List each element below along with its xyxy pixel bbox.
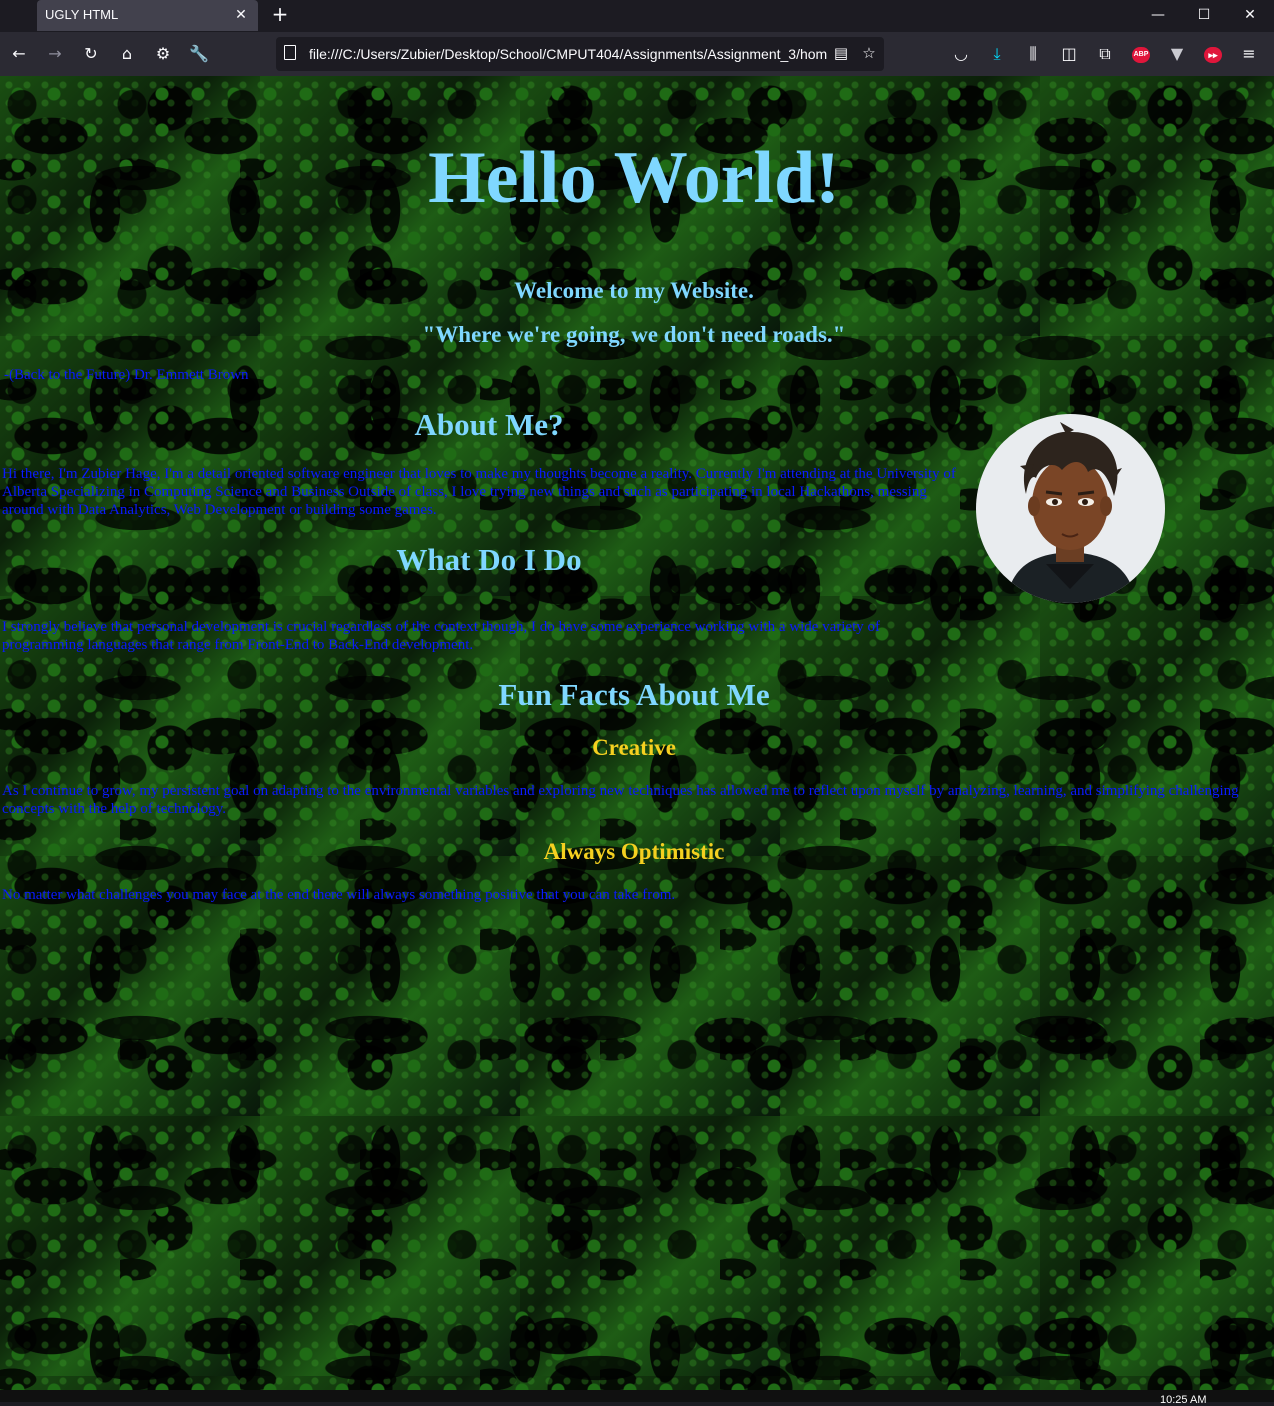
clock: 10:25 AM [1160,1394,1207,1406]
reload-icon[interactable]: ↻ [78,41,104,67]
url-text[interactable]: file:///C:/Users/Zubier/Desktop/School/C… [309,46,827,62]
page-icon [284,45,296,60]
bookmark-star-icon[interactable]: ☆ [858,42,880,64]
fun-facts-heading: Fun Facts About Me [498,677,770,712]
minimize-icon[interactable]: — [1135,0,1181,30]
about-text: Hi there, I'm Zubier Hage, I'm a detail … [2,466,956,518]
what-text: I strongly believe that personal develop… [2,619,881,653]
new-tab-icon[interactable]: + [268,2,292,26]
quote-credit: -(Back to the Future) Dr. Emmett Brown [4,367,249,383]
tab-strip: UGLY HTML ✕ + — ☐ ✕ [0,0,1274,32]
settings-icon[interactable]: ⚙ [150,41,176,67]
url-bar[interactable]: file:///C:/Users/Zubier/Desktop/School/C… [276,37,884,71]
extensions-icon[interactable]: ⧉ [1092,41,1118,67]
page-content: Hello World! Welcome to my Website. "Whe… [0,76,1274,1390]
window-close-icon[interactable]: ✕ [1227,0,1273,30]
fact-title: Creative [592,735,676,760]
avatar [976,414,1165,603]
close-tab-icon[interactable]: ✕ [230,3,252,25]
fact-text: As I continue to grow, my persistent goa… [2,783,1239,817]
what-heading: What Do I Do [396,542,582,577]
reader-view-icon[interactable]: ▤ [830,42,852,64]
vivaldi-icon[interactable]: ▼ [1164,41,1190,67]
tab-active[interactable]: UGLY HTML ✕ [37,0,258,31]
library-icon[interactable]: ⫼ [1020,41,1046,67]
quote-heading: "Where we're going, we don't need roads.… [422,322,846,347]
sidebar-icon[interactable]: ◫ [1056,41,1082,67]
extension-icon[interactable]: ▸▸ [1204,47,1222,63]
download-icon[interactable]: ⤓ [984,41,1010,67]
pocket-icon[interactable]: ◡ [948,41,974,67]
os-taskbar [0,1390,1274,1402]
menu-icon[interactable]: ≡ [1236,41,1262,67]
back-icon[interactable]: ← [6,41,32,67]
background-pattern [0,76,1274,1390]
nav-toolbar: ← → ↻ ⌂ ⚙ 🔧 file:///C:/Users/Zubier/Desk… [0,32,1274,76]
adblock-icon[interactable]: ABP [1132,47,1150,63]
fact-title: Always Optimistic [543,839,725,864]
about-heading: About Me? [414,407,564,442]
wrench-icon[interactable]: 🔧 [186,41,212,67]
home-icon[interactable]: ⌂ [114,41,140,67]
fact-text: No matter what challenges you may face a… [2,887,676,903]
welcome-heading: Welcome to my Website. [514,278,754,303]
maximize-icon[interactable]: ☐ [1181,0,1227,30]
page-title: Hello World! [428,137,840,219]
forward-icon[interactable]: → [42,41,68,67]
tab-title: UGLY HTML [45,7,119,22]
